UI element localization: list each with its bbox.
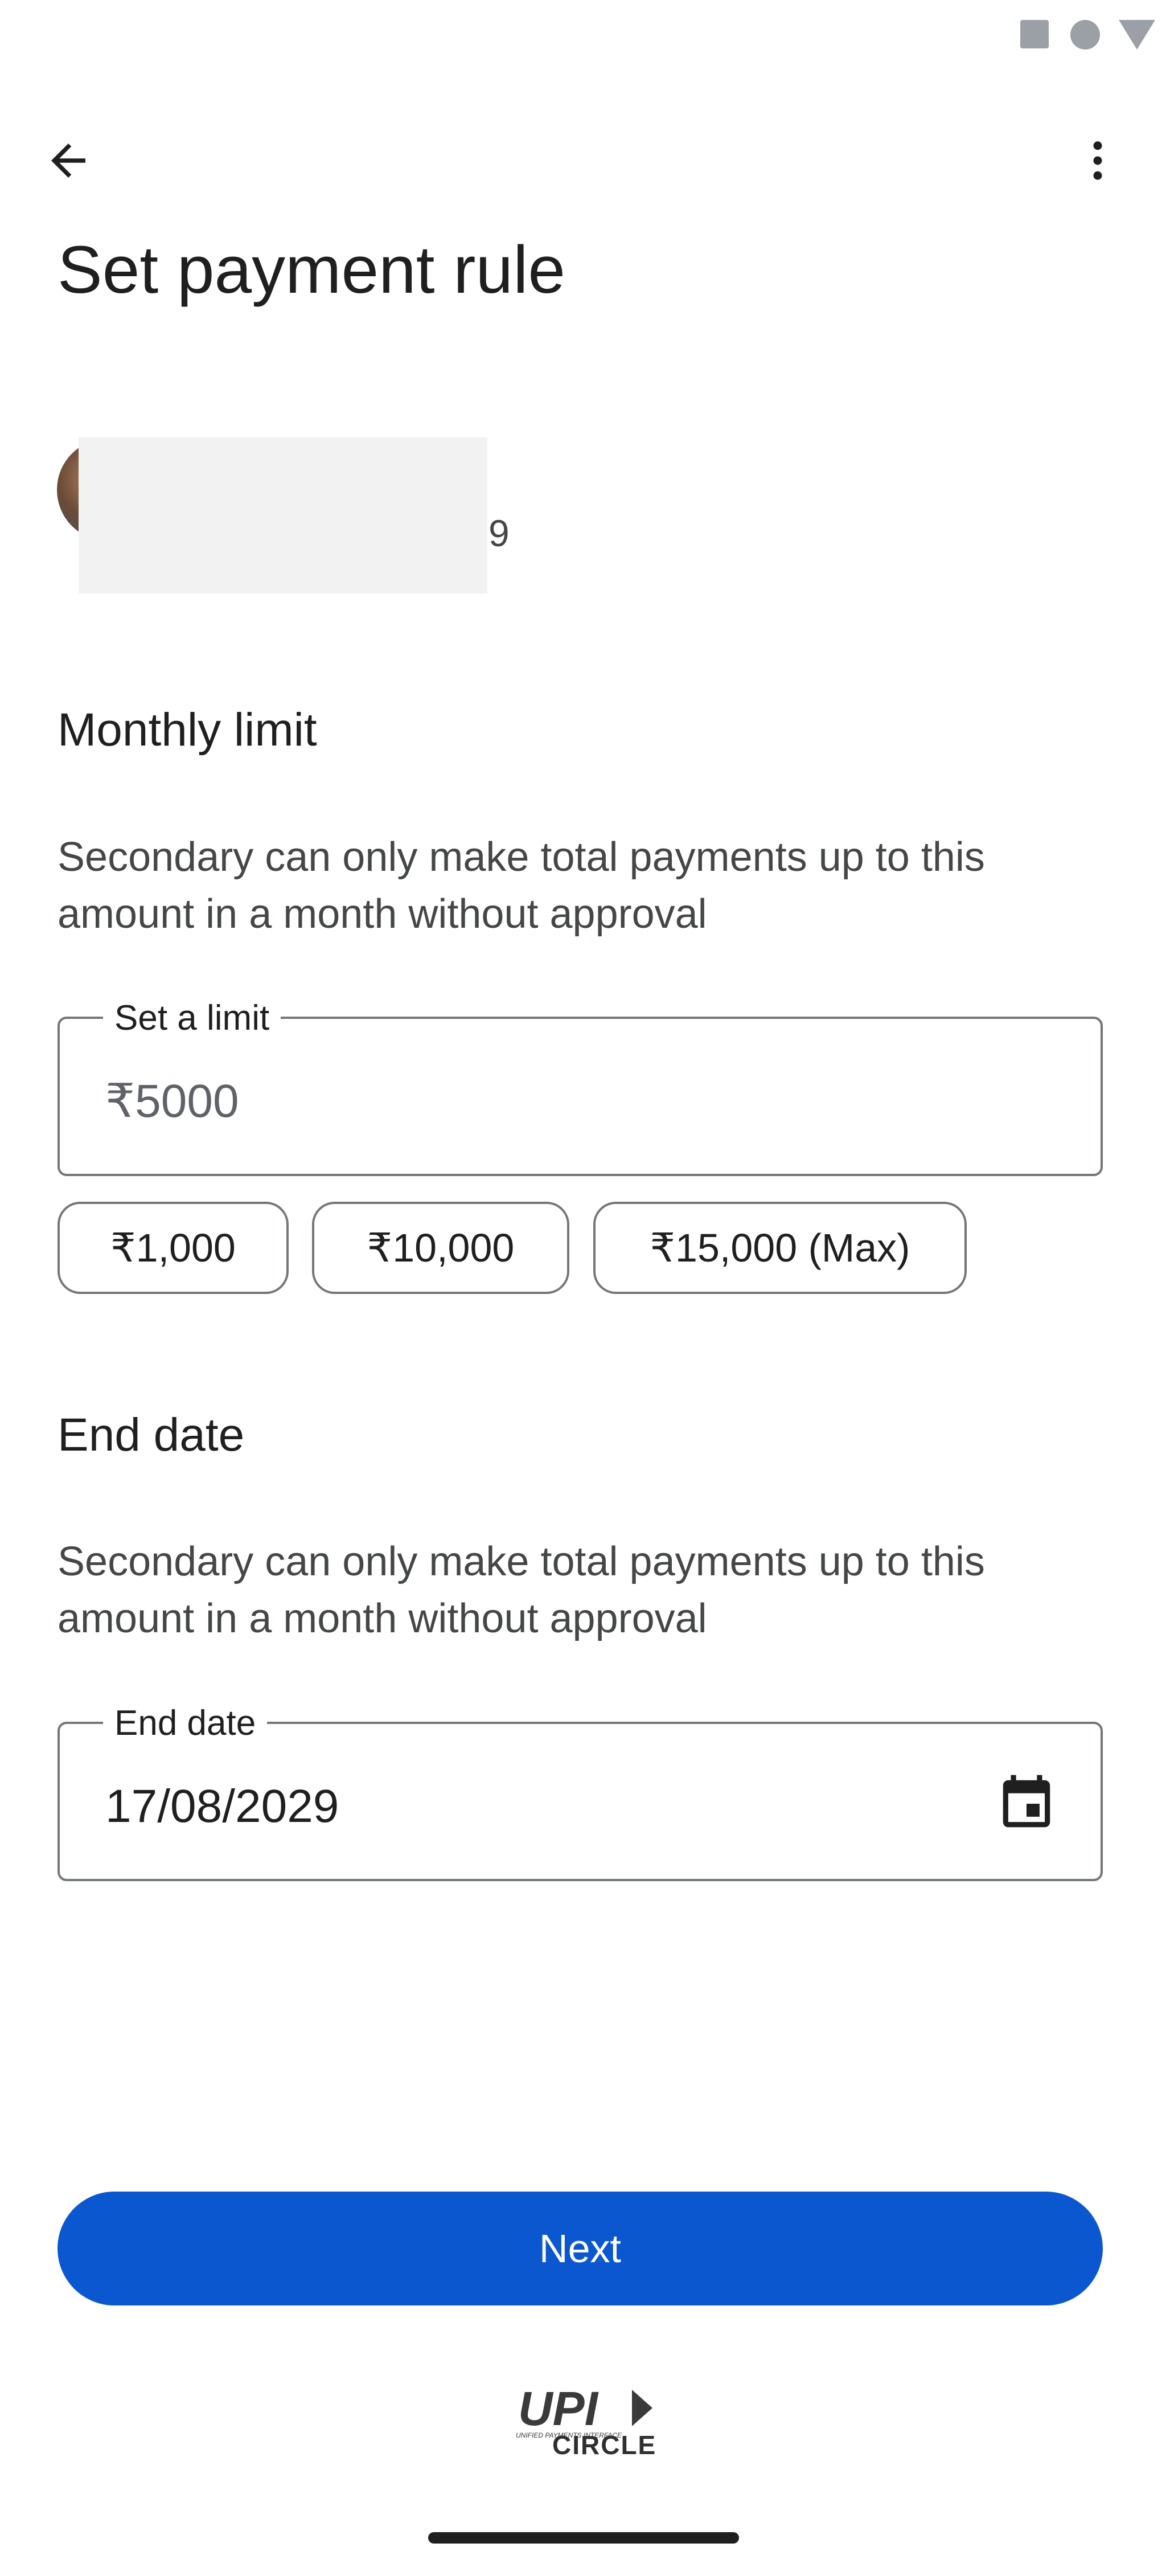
account-number-suffix: 9	[488, 512, 510, 554]
arrow-back-icon	[51, 144, 85, 178]
limit-input-placeholder[interactable]: ₹5000	[105, 1076, 239, 1127]
back-button[interactable]	[34, 126, 102, 195]
limit-field-label: Set a limit	[103, 998, 281, 1038]
triangle-icon	[1119, 20, 1155, 50]
end-date-value[interactable]: 17/08/2029	[105, 1781, 339, 1832]
end-date-field[interactable]: End date 17/08/2029	[58, 1703, 1103, 1881]
square-icon	[1020, 20, 1049, 48]
chip-limit-10000[interactable]: ₹10,000	[312, 1202, 569, 1294]
redacted-account-info	[79, 437, 487, 593]
chip-limit-15000-max[interactable]: ₹15,000 (Max)	[593, 1202, 967, 1294]
monthly-limit-title: Monthly limit	[58, 704, 317, 756]
end-date-field-label: End date	[103, 1703, 268, 1743]
end-date-description: Secondary can only make total payments u…	[58, 1539, 985, 1641]
monthly-limit-description: Secondary can only make total payments u…	[58, 834, 985, 937]
upi-circle-label: CIRCLE	[552, 2430, 657, 2460]
home-indicator[interactable]	[428, 2532, 739, 2544]
more-vert-icon	[1093, 141, 1102, 180]
chip-limit-1000[interactable]: ₹1,000	[58, 1202, 289, 1294]
calendar-button[interactable]	[992, 1770, 1061, 1838]
upi-logo-text: UPI	[518, 2382, 599, 2435]
calendar-icon	[1003, 1775, 1050, 1828]
limit-input-field[interactable]: Set a limit ₹5000	[58, 998, 1103, 1176]
page-title: Set payment rule	[58, 232, 566, 308]
end-date-title: End date	[58, 1409, 245, 1461]
more-options-button[interactable]	[1064, 126, 1132, 195]
next-button[interactable]: Next	[58, 2192, 1103, 2305]
circle-icon	[1070, 20, 1100, 50]
